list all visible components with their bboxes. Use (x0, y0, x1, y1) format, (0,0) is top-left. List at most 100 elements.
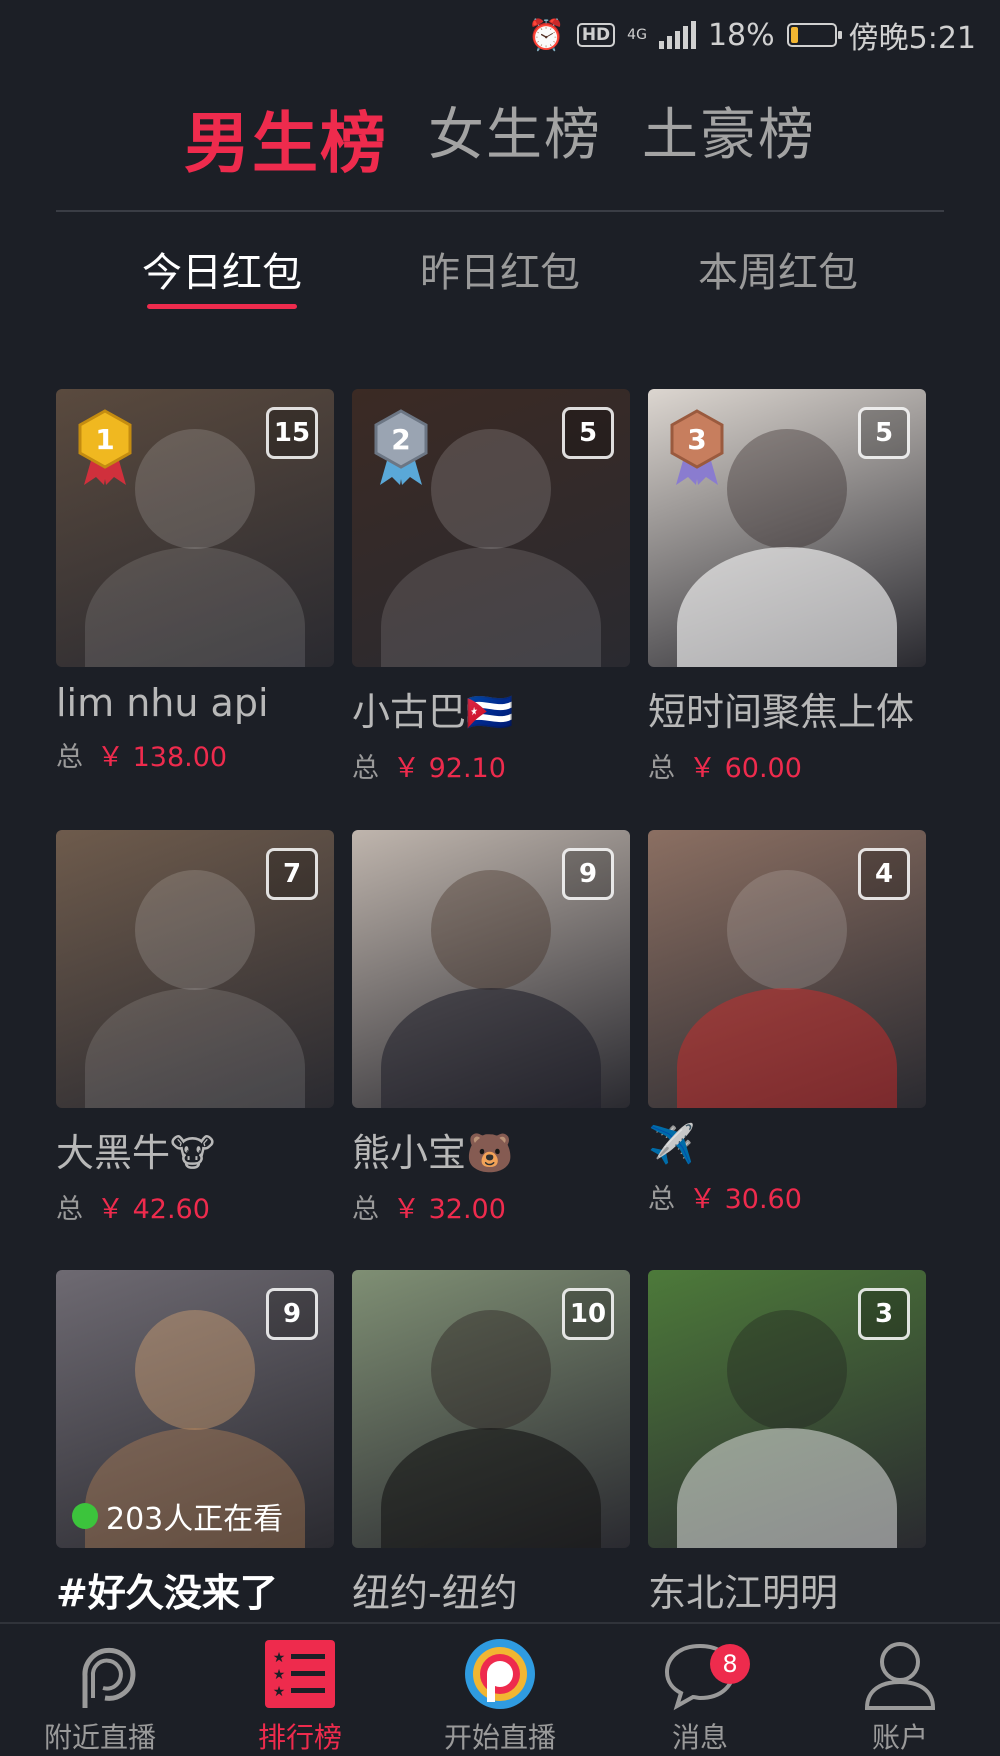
rank-tabs: 男生榜 女生榜 土豪榜 (0, 90, 1000, 186)
ranking-card[interactable]: 4 ✈️ 总 ￥ 30.60 (648, 830, 926, 1216)
tab-week-red-packets[interactable]: 本周红包 (638, 240, 918, 298)
currency-symbol: ￥ (689, 753, 716, 784)
medal-rank: 2 (391, 423, 410, 456)
tab-today-label: 今日红包 (142, 250, 302, 296)
currency-symbol: ￥ (393, 753, 420, 784)
card-thumbnail[interactable]: 2 5 (352, 389, 630, 667)
card-thumbnail[interactable]: 4 (648, 830, 926, 1108)
nav-label: 开始直播 (443, 1721, 556, 1754)
card-total: 总 ￥ 42.60 (56, 1187, 334, 1226)
signal-icon (658, 21, 696, 49)
svg-text:★: ★ (273, 1684, 286, 1700)
live-viewers: 203人正在看 (72, 1494, 283, 1538)
bottom-nav: 附近直播 ★ ★ ★ 排行榜 开始直播 8 消息 账户 (0, 1622, 1000, 1754)
medal-rank: 3 (687, 423, 706, 456)
currency-symbol: ￥ (393, 1194, 420, 1225)
card-thumbnail[interactable]: 7 (56, 830, 334, 1108)
nav-label: 账户 (871, 1721, 928, 1754)
ranking-card[interactable]: 2 5 小古巴🇨🇺 总 ￥ 92.10 (352, 389, 630, 785)
total-amount: 32.00 (428, 1194, 506, 1225)
ranking-card[interactable]: 9 203人正在看 #好久没来了 (56, 1270, 334, 1617)
card-name: 小古巴🇨🇺 (352, 690, 514, 734)
count-badge: 9 (562, 848, 614, 900)
total-amount: 42.60 (132, 1194, 210, 1225)
card-thumbnail[interactable]: 9 (352, 830, 630, 1108)
tab-yesterday-label: 昨日红包 (420, 250, 580, 296)
total-label: 总 (648, 753, 675, 784)
card-thumbnail[interactable]: 9 203人正在看 (56, 1270, 334, 1548)
count-badge: 9 (266, 1288, 318, 1340)
start-live-icon (465, 1639, 535, 1709)
card-total: 总 ￥ 138.00 (56, 735, 334, 774)
count-badge: 10 (562, 1288, 614, 1340)
bronze-medal-icon: 3 (670, 409, 724, 485)
card-thumbnail[interactable]: 3 5 (648, 389, 926, 667)
card-thumbnail[interactable]: 10 (352, 1270, 630, 1548)
nav-label: 消息 (671, 1721, 728, 1754)
card-total: 总 ￥ 92.10 (352, 746, 630, 785)
ranking-card[interactable]: 9 熊小宝🐻 总 ￥ 32.00 (352, 830, 630, 1226)
nav-label: 排行榜 (257, 1721, 342, 1754)
card-name: #好久没来了 (56, 1571, 278, 1615)
hd-icon: HD (576, 23, 616, 47)
silver-medal-icon: 2 (374, 409, 428, 485)
active-tab-underline (147, 304, 297, 309)
period-tabs: 今日红包 昨日红包 本周红包 (0, 240, 1000, 320)
alarm-icon: ⏰ (527, 17, 565, 53)
unread-badge: 8 (710, 1644, 750, 1684)
tab-male-ranking[interactable]: 男生榜 (184, 90, 388, 186)
nav-nearby-live[interactable]: 附近直播 (0, 1636, 200, 1756)
nav-start-live[interactable]: 开始直播 (400, 1636, 600, 1756)
total-label: 总 (648, 1184, 675, 1215)
card-name: 大黑牛🐮 (56, 1131, 215, 1175)
card-thumbnail[interactable]: 1 15 (56, 389, 334, 667)
gold-medal-icon: 1 (78, 409, 132, 485)
currency-symbol: ￥ (97, 742, 124, 773)
currency-symbol: ￥ (97, 1194, 124, 1225)
card-name: 熊小宝🐻 (352, 1131, 514, 1175)
card-name: lim nhu api (56, 681, 269, 725)
card-name: 短时间聚焦上体 (648, 690, 915, 734)
status-bar: ⏰ HD 4G 18% 傍晚5:21 (0, 0, 1000, 70)
card-total: 总 ￥ 60.00 (648, 746, 926, 785)
count-badge: 5 (562, 407, 614, 459)
account-icon (864, 1642, 936, 1710)
card-name: 纽约-纽约 (352, 1571, 518, 1615)
tab-yesterday-red-packets[interactable]: 昨日红包 (360, 240, 640, 298)
nav-label: 附近直播 (43, 1721, 156, 1754)
card-name: 东北江明明 (648, 1571, 839, 1615)
ranking-icon: ★ ★ ★ (265, 1640, 335, 1708)
nav-messages[interactable]: 8 消息 (600, 1636, 800, 1756)
count-badge: 4 (858, 848, 910, 900)
medal-rank: 1 (95, 423, 114, 456)
total-amount: 30.60 (724, 1184, 802, 1215)
status-time: 傍晚5:21 (848, 21, 976, 56)
total-label: 总 (56, 1194, 83, 1225)
nav-ranking[interactable]: ★ ★ ★ 排行榜 (200, 1636, 400, 1756)
count-badge: 3 (858, 1288, 910, 1340)
card-total: 总 ￥ 32.00 (352, 1187, 630, 1226)
tab-week-label: 本周红包 (698, 250, 858, 296)
card-name: ✈️ (648, 1122, 696, 1166)
total-label: 总 (352, 1194, 379, 1225)
nav-account[interactable]: 账户 (800, 1636, 1000, 1756)
total-amount: 138.00 (132, 742, 228, 773)
nearby-live-icon (82, 1647, 136, 1708)
tab-rich-ranking[interactable]: 土豪榜 (642, 90, 816, 186)
battery-icon (786, 23, 842, 47)
tabs-divider (56, 210, 944, 212)
svg-text:★: ★ (273, 1650, 286, 1666)
ranking-card[interactable]: 3 东北江明明 (648, 1270, 926, 1617)
ranking-card[interactable]: 10 纽约-纽约 (352, 1270, 630, 1617)
card-thumbnail[interactable]: 3 (648, 1270, 926, 1548)
total-amount: 60.00 (724, 753, 802, 784)
ranking-card[interactable]: 7 大黑牛🐮 总 ￥ 42.60 (56, 830, 334, 1226)
tab-today-red-packets[interactable]: 今日红包 (82, 240, 362, 309)
currency-symbol: ￥ (689, 1184, 716, 1215)
tab-female-ranking[interactable]: 女生榜 (428, 90, 602, 186)
ranking-card[interactable]: 3 5 短时间聚焦上体 总 ￥ 60.00 (648, 389, 926, 785)
battery-percent: 18% (707, 17, 775, 53)
count-badge: 7 (266, 848, 318, 900)
network-type: 4G (627, 27, 647, 43)
ranking-card[interactable]: 1 15 lim nhu api 总 ￥ 138.00 (56, 389, 334, 774)
